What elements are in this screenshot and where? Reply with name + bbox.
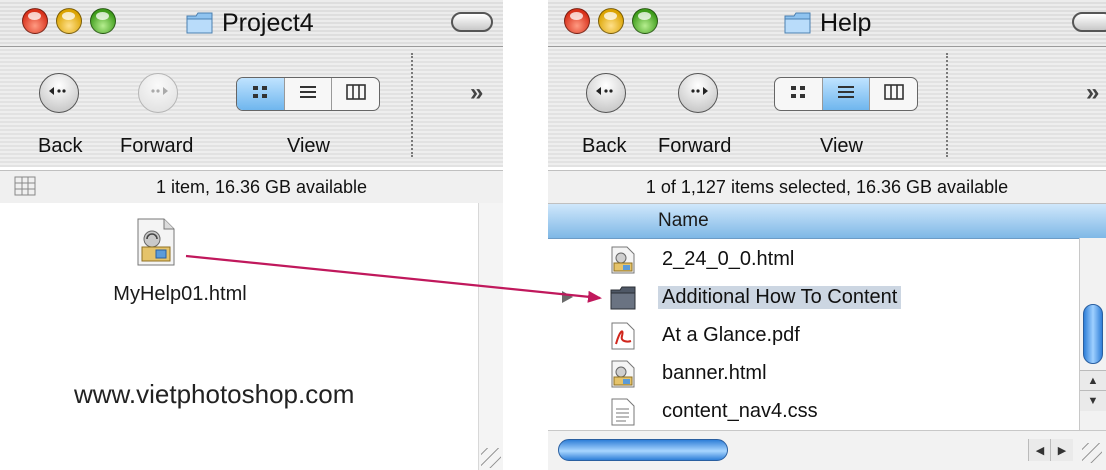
file-item[interactable]: MyHelp01.html: [80, 217, 280, 317]
status-text: 1 of 1,127 items selected, 16.36 GB avai…: [645, 176, 1009, 197]
window-title-text: Help: [820, 8, 872, 37]
item-name: 2_24_0_0.html: [662, 248, 795, 270]
name-column-header[interactable]: Name: [548, 204, 1106, 239]
scroll-down-arrow-icon[interactable]: ▼: [1080, 390, 1106, 411]
icon-view-button[interactable]: [775, 78, 822, 110]
grid-icon: [14, 176, 36, 201]
vertical-scrollbar[interactable]: [478, 203, 503, 470]
toolbar: Back Forward View »: [0, 47, 503, 167]
icon-view-icon: [252, 85, 268, 104]
icon-view-icon: [790, 85, 806, 104]
column-view-button[interactable]: [331, 78, 379, 110]
toolbar-toggle-button[interactable]: [451, 12, 493, 32]
list-item[interactable]: banner.html: [548, 354, 1078, 392]
close-window-button[interactable]: [22, 8, 48, 34]
icon-view-area: MyHelp01.html www.vietphotoshop.com: [0, 203, 503, 470]
item-name: banner.html: [662, 362, 767, 384]
toolbar-toggle-button[interactable]: [1072, 12, 1106, 32]
list-item[interactable]: Additional How To Content: [548, 278, 1078, 316]
title-bar: Help: [548, 0, 1106, 47]
view-mode-selector: [774, 77, 918, 111]
status-bar: 1 of 1,127 items selected, 16.36 GB avai…: [548, 170, 1106, 204]
zoom-window-button[interactable]: [632, 8, 658, 34]
list-view-button[interactable]: [821, 78, 870, 110]
minimize-window-button[interactable]: [56, 8, 82, 34]
folder-icon: [186, 11, 214, 35]
column-view-icon: [345, 83, 366, 105]
file-name-label: MyHelp01.html: [113, 283, 247, 305]
view-label: View: [820, 135, 863, 157]
item-name: At a Glance.pdf: [662, 324, 800, 346]
finder-window-project4: Project4 Back Forward View » 1 item, 16.…: [0, 0, 503, 470]
toolbar-separator: [411, 53, 413, 157]
icon-view-button[interactable]: [237, 78, 284, 110]
column-view-icon: [883, 83, 904, 105]
horizontal-scrollbar[interactable]: ◀ ▶: [548, 430, 1106, 470]
back-button[interactable]: [586, 73, 626, 113]
html-document-icon: [610, 246, 636, 274]
list-view-button[interactable]: [283, 78, 332, 110]
window-title: Help: [784, 8, 871, 38]
item-name: content_nav4.css: [662, 400, 818, 422]
file-list: 2_24_0_0.html Additional How To Content …: [548, 240, 1078, 430]
vertical-scroll-thumb[interactable]: [1083, 304, 1103, 364]
list-view-icon: [837, 85, 855, 104]
folder-icon: [610, 284, 636, 312]
resize-grip-icon[interactable]: [1082, 443, 1102, 463]
back-label: Back: [582, 135, 627, 157]
html-document-icon: [610, 360, 636, 388]
forward-label: Forward: [658, 135, 732, 157]
toolbar-separator: [946, 53, 948, 157]
column-header-label: Name: [658, 210, 709, 231]
window-title: Project4: [186, 8, 314, 38]
scroll-left-arrow-icon[interactable]: ◀: [1028, 439, 1051, 461]
list-item[interactable]: 2_24_0_0.html: [548, 240, 1078, 278]
more-tools-chevron-icon[interactable]: »: [470, 79, 483, 107]
list-item[interactable]: At a Glance.pdf: [548, 316, 1078, 354]
status-bar: 1 item, 16.36 GB available: [0, 170, 503, 204]
view-label: View: [287, 135, 330, 157]
finder-window-help: Help Back Forward View » 1 of 1,127 item…: [548, 0, 1106, 470]
list-view-icon: [299, 85, 317, 104]
forward-arrow-icon: [147, 84, 169, 102]
forward-button[interactable]: [678, 73, 718, 113]
forward-arrow-icon: [687, 84, 709, 102]
list-item[interactable]: content_nav4.css: [548, 392, 1078, 430]
resize-grip-icon[interactable]: [481, 448, 501, 468]
pdf-icon: [610, 322, 636, 350]
scroll-up-arrow-icon[interactable]: ▲: [1080, 370, 1106, 391]
back-button[interactable]: [39, 73, 79, 113]
text-document-icon: [610, 398, 636, 426]
toolbar: Back Forward View »: [548, 47, 1106, 167]
html-document-icon: [136, 217, 176, 272]
back-label: Back: [38, 135, 83, 157]
horizontal-scroll-thumb[interactable]: [558, 439, 728, 461]
forward-label: Forward: [120, 135, 194, 157]
minimize-window-button[interactable]: [598, 8, 624, 34]
close-window-button[interactable]: [564, 8, 590, 34]
back-arrow-icon: [48, 84, 70, 102]
more-tools-chevron-icon[interactable]: »: [1086, 79, 1099, 107]
window-title-text: Project4: [222, 8, 314, 37]
title-bar: Project4: [0, 0, 503, 47]
vertical-scrollbar[interactable]: ▲ ▼: [1079, 238, 1106, 430]
folder-icon: [784, 11, 812, 35]
disclosure-triangle-icon[interactable]: [562, 291, 573, 303]
zoom-window-button[interactable]: [90, 8, 116, 34]
item-name: Additional How To Content: [658, 286, 902, 309]
forward-button[interactable]: [138, 73, 178, 113]
column-view-button[interactable]: [869, 78, 917, 110]
back-arrow-icon: [595, 84, 617, 102]
view-mode-selector: [236, 77, 380, 111]
scroll-right-arrow-icon[interactable]: ▶: [1050, 439, 1073, 461]
status-text: 1 item, 16.36 GB available: [155, 176, 368, 197]
watermark-text: www.vietphotoshop.com: [74, 379, 355, 409]
